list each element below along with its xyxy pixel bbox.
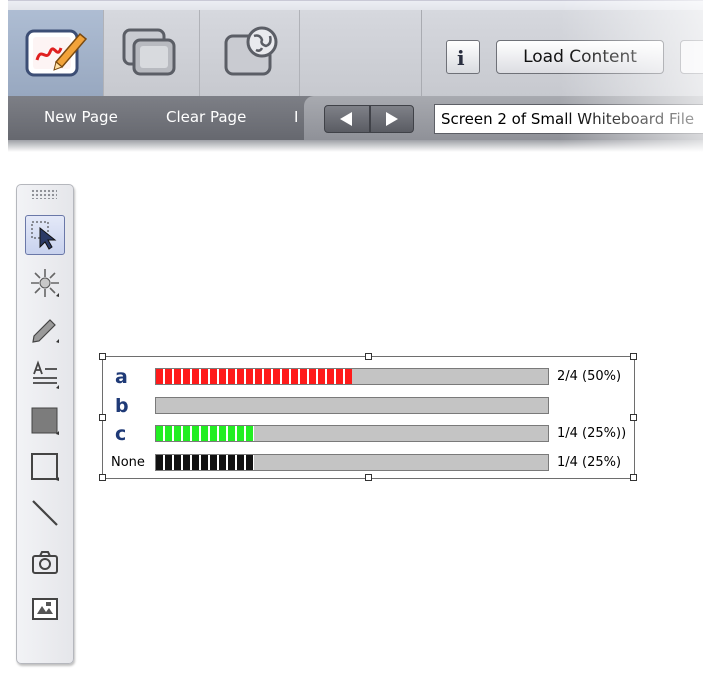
line-icon bbox=[32, 500, 58, 526]
image-tool-button[interactable] bbox=[25, 589, 65, 629]
line-tool-button[interactable] bbox=[25, 493, 65, 533]
next-screen-button[interactable] bbox=[370, 105, 414, 133]
poll-option-label: None bbox=[111, 455, 145, 470]
poll-option-label: b bbox=[115, 395, 129, 417]
select-arrow-icon bbox=[31, 221, 57, 250]
truncated-toolbar-button[interactable] bbox=[680, 40, 703, 74]
share-screen-mode-button[interactable] bbox=[104, 10, 200, 96]
poll-bar-track bbox=[155, 454, 549, 471]
previous-screen-button[interactable] bbox=[324, 105, 370, 133]
camera-icon bbox=[32, 551, 58, 574]
whiteboard-pen-icon bbox=[25, 29, 88, 77]
left-arrow-icon bbox=[340, 112, 352, 126]
poll-bar-fill bbox=[156, 369, 352, 384]
new-page-button[interactable]: New Page bbox=[44, 108, 118, 126]
right-arrow-icon bbox=[386, 112, 398, 126]
pen-icon bbox=[32, 319, 59, 343]
poll-option-label: a bbox=[115, 366, 128, 388]
image-icon bbox=[32, 598, 58, 620]
poll-row-c: c 1/4 (25%)) bbox=[103, 420, 636, 448]
laser-pointer-tool-button[interactable] bbox=[25, 263, 65, 303]
poll-bar-fill bbox=[156, 426, 254, 441]
resize-handle-tr[interactable] bbox=[630, 353, 637, 360]
poll-row-none: None 1/4 (25%) bbox=[103, 449, 636, 477]
tool-palette bbox=[16, 184, 74, 664]
filled-rectangle-tool-button[interactable] bbox=[25, 401, 65, 441]
mode-toolbar: i Load Content bbox=[8, 10, 703, 97]
screenshot-tool-button[interactable] bbox=[25, 543, 65, 583]
rectangle-tool-button[interactable] bbox=[25, 447, 65, 487]
poll-option-label: c bbox=[115, 423, 127, 445]
poll-result-value: 2/4 (50%) bbox=[557, 369, 622, 384]
whiteboard-mode-button[interactable] bbox=[8, 10, 104, 96]
text-tool-button[interactable] bbox=[25, 355, 65, 395]
resize-handle-tl[interactable] bbox=[99, 353, 106, 360]
toolbar-spacer bbox=[304, 10, 422, 96]
pen-tool-button[interactable] bbox=[25, 309, 65, 349]
truncated-page-button[interactable]: I bbox=[294, 108, 298, 126]
rectangle-icon bbox=[31, 453, 59, 481]
screen-indicator: Screen 2 of Small Whiteboard File bbox=[434, 104, 703, 134]
poll-row-b: b bbox=[103, 392, 636, 420]
text-tool-icon bbox=[33, 360, 59, 389]
screen-navigation: Screen 2 of Small Whiteboard File bbox=[304, 96, 703, 140]
poll-bar-fill bbox=[156, 455, 254, 470]
poll-bar-track bbox=[155, 368, 549, 385]
clear-page-button[interactable]: Clear Page bbox=[166, 108, 246, 126]
resize-handle-tc[interactable] bbox=[365, 353, 372, 360]
poll-result-value: 1/4 (25%)) bbox=[557, 426, 627, 441]
info-icon: i bbox=[457, 46, 465, 70]
toolbar-shadow bbox=[8, 140, 703, 152]
page-bar: New Page Clear Page I Screen 2 of Small … bbox=[8, 96, 703, 140]
poll-bar-track bbox=[155, 397, 549, 414]
info-button[interactable]: i bbox=[446, 40, 480, 74]
poll-bar-track bbox=[155, 425, 549, 442]
select-tool-button[interactable] bbox=[25, 215, 65, 255]
poll-row-a: a 2/4 (50%) bbox=[103, 363, 636, 391]
load-content-button[interactable]: Load Content bbox=[496, 40, 664, 74]
poll-results-widget[interactable]: a 2/4 (50%) b c 1/4 (25%)) None 1/4 (25%… bbox=[99, 353, 637, 481]
globe-window-icon bbox=[224, 26, 278, 76]
palette-drag-handle[interactable] bbox=[31, 189, 57, 199]
web-mode-button[interactable] bbox=[204, 10, 300, 96]
laser-pointer-icon bbox=[31, 269, 59, 297]
overlapping-windows-icon bbox=[122, 28, 176, 76]
filled-rectangle-icon bbox=[31, 407, 59, 435]
poll-result-value: 1/4 (25%) bbox=[557, 455, 622, 470]
